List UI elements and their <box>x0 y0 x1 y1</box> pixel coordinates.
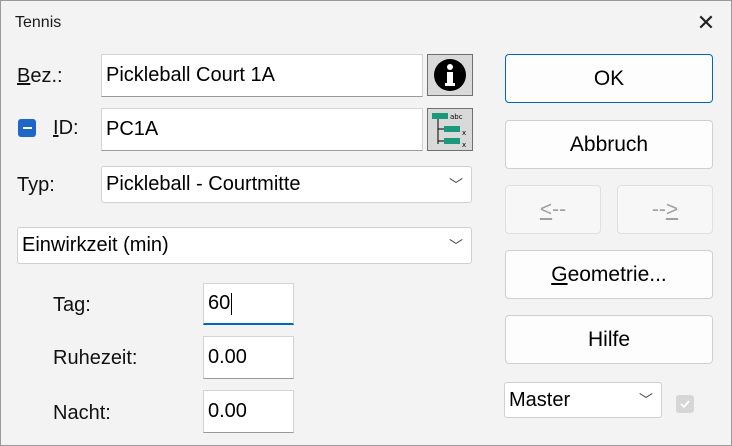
info-icon <box>434 59 466 91</box>
title-bar: Tennis ✕ <box>1 1 731 45</box>
close-icon[interactable]: ✕ <box>691 9 721 37</box>
nacht-label: Nacht: <box>53 402 111 424</box>
next-button[interactable]: -- > <box>617 185 713 234</box>
ok-button[interactable]: OK <box>505 54 713 103</box>
checkmark-icon <box>680 400 690 409</box>
typ-select-value: Pickleball - Courtmitte <box>106 173 301 195</box>
master-select[interactable]: Master ﹀ <box>504 382 662 418</box>
master-select-value: Master <box>509 388 571 411</box>
svg-text:x: x <box>462 141 466 149</box>
nacht-input[interactable]: 0.00 <box>203 390 294 433</box>
bez-label: Bez.: <box>17 65 63 87</box>
hilfe-button[interactable]: Hilfe <box>505 315 713 364</box>
tree-button[interactable]: abc x x <box>427 108 473 151</box>
minus-toggle-icon[interactable] <box>18 119 36 137</box>
svg-text:abc: abc <box>450 113 463 121</box>
tag-input-value: 60 <box>208 292 231 314</box>
text-cursor <box>231 292 233 315</box>
ruhezeit-label: Ruhezeit: <box>53 347 138 369</box>
master-checkbox[interactable] <box>676 395 694 413</box>
info-button[interactable] <box>427 54 473 96</box>
typ-label: Typ: <box>17 174 55 196</box>
dialog-window: Tennis ✕ Bez.: Pickleball Court 1A ID: P… <box>0 0 732 446</box>
typ-select[interactable]: Pickleball - Courtmitte ﹀ <box>101 166 472 203</box>
tag-input[interactable]: 60 <box>203 283 294 325</box>
tag-label: Tag: <box>53 294 91 316</box>
tree-structure-icon: abc x x <box>432 112 466 149</box>
mode-select[interactable]: Einwirkzeit (min) ﹀ <box>17 227 472 264</box>
id-label: ID: <box>53 117 79 139</box>
abbruch-button[interactable]: Abbruch <box>505 120 713 169</box>
svg-text:x: x <box>462 129 466 137</box>
ruhezeit-input[interactable]: 0.00 <box>203 336 294 379</box>
geometrie-button[interactable]: Geometrie... <box>505 250 713 299</box>
chevron-down-icon: ﹀ <box>449 237 463 254</box>
id-input[interactable]: PC1A <box>101 108 423 151</box>
window-title: Tennis <box>15 14 62 31</box>
prev-button[interactable]: < -- <box>505 185 601 234</box>
mode-select-value: Einwirkzeit (min) <box>22 234 169 256</box>
chevron-down-icon: ﹀ <box>639 392 653 408</box>
bez-input[interactable]: Pickleball Court 1A <box>101 54 423 97</box>
chevron-down-icon: ﹀ <box>449 176 463 193</box>
